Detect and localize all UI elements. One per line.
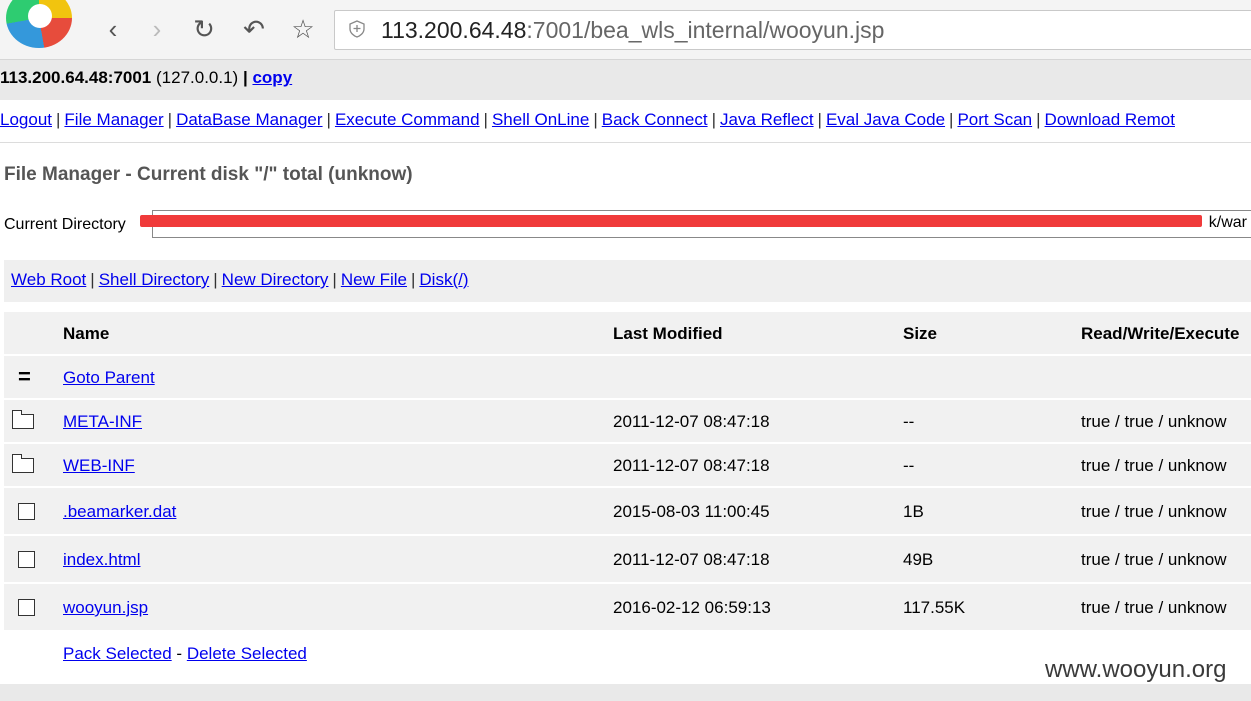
file-last-modified: 2011-12-07 08:47:18 <box>613 412 770 431</box>
undo-icon[interactable]: ↶ <box>239 14 269 44</box>
menu-separator: | <box>167 110 173 129</box>
star-icon[interactable]: ☆ <box>288 14 318 44</box>
header-last-modified: Last Modified <box>613 324 723 343</box>
file-size: -- <box>903 456 915 475</box>
copy-link[interactable]: copy <box>252 68 292 87</box>
file-name-link[interactable]: .beamarker.dat <box>63 502 176 522</box>
file-permissions: true / true / unknow <box>1081 412 1227 431</box>
bottom-strip <box>0 684 1251 701</box>
quick-link-separator: | <box>332 270 337 289</box>
browser-logo-icon <box>6 0 72 48</box>
file-name-link[interactable]: index.html <box>63 550 140 570</box>
folder-icon <box>12 454 34 473</box>
menu-separator: | <box>56 110 61 129</box>
menu-item-eval-java-code[interactable]: Eval Java Code <box>826 110 945 129</box>
delete-selected-link[interactable]: Delete Selected <box>187 644 307 663</box>
shield-icon <box>349 20 365 38</box>
quick-link-web-root[interactable]: Web Root <box>11 270 86 289</box>
file-size: 117.55K <box>903 598 966 617</box>
menu-separator: | <box>1036 110 1041 129</box>
host-separator: | <box>242 68 248 87</box>
file-permissions: true / true / unknow <box>1081 550 1227 569</box>
quick-links-bar: Web Root | Shell Directory | New Directory | N… <box>4 260 1251 302</box>
menu-separator: | <box>326 110 331 129</box>
file-size: 49B <box>903 550 934 569</box>
table-row: META-INF 2011-12-07 08:47:18 -- true / true… <box>4 400 1251 444</box>
menu-item-file-manager[interactable]: File Manager <box>64 110 163 129</box>
quick-links: Web Root | Shell Directory | New Directory | N… <box>11 270 469 290</box>
file-size: -- <box>903 412 915 431</box>
quick-link-separator: | <box>90 270 95 289</box>
menu-separator: | <box>817 110 822 129</box>
menu-item-back-connect[interactable]: Back Connect <box>602 110 708 129</box>
file-name-link[interactable]: WEB-INF <box>63 456 135 476</box>
file-name-link[interactable]: wooyun.jsp <box>63 598 148 618</box>
table-row: WEB-INF 2011-12-07 08:47:18 -- true / true … <box>4 444 1251 488</box>
quick-link-new-file[interactable]: New File <box>341 270 407 289</box>
menu-item-java-reflect[interactable]: Java Reflect <box>720 110 814 129</box>
file-select-checkbox[interactable] <box>18 599 35 616</box>
watermark: www.wooyun.org <box>1045 656 1227 683</box>
header-size: Size <box>903 324 938 343</box>
goto-parent-link[interactable]: Goto Parent <box>63 368 155 388</box>
menu-separator: | <box>949 110 954 129</box>
header-name: Name <box>63 324 110 343</box>
file-rows: META-INF 2011-12-07 08:47:18 -- true / true… <box>4 400 1251 632</box>
host-bar: 113.200.64.48:7001 (127.0.0.1) | copy <box>0 60 1251 100</box>
table-row: wooyun.jsp 2016-02-12 06:59:13 117.55K true… <box>4 584 1251 632</box>
file-table: Name Last Modified Size Read/Write/Execu… <box>4 312 1251 674</box>
header-rwx: Read/Write/Execute <box>1081 324 1240 343</box>
goto-parent-row: = Goto Parent <box>4 356 1251 400</box>
menu-item-execute-command[interactable]: Execute Command <box>335 110 480 129</box>
quick-link-separator: | <box>213 270 218 289</box>
footer-actions: Pack Selected - Delete Selected <box>63 644 307 664</box>
file-name-link[interactable]: META-INF <box>63 412 142 432</box>
menu-item-logout[interactable]: Logout <box>0 110 52 129</box>
file-size: 1B <box>903 502 924 521</box>
address-bar[interactable]: 113.200.64.48:7001/bea_wls_internal/wooy… <box>334 10 1251 50</box>
menu-item-download-remot[interactable]: Download Remot <box>1045 110 1175 129</box>
file-last-modified: 2015-08-03 11:00:45 <box>613 502 770 521</box>
current-directory-label: Current Directory <box>4 216 126 233</box>
host-local: (127.0.0.1) <box>156 68 239 87</box>
file-permissions: true / true / unknow <box>1081 598 1227 617</box>
host-address: 113.200.64.48:7001 <box>0 68 152 87</box>
parent-icon: = <box>18 364 31 389</box>
menu-separator: | <box>711 110 716 129</box>
url-host: 113.200.64.48 <box>381 17 527 43</box>
current-directory-value: k/war <box>1208 214 1247 231</box>
menu-item-database-manager[interactable]: DataBase Manager <box>176 110 322 129</box>
file-select-checkbox[interactable] <box>18 503 35 520</box>
url-path: :7001/bea_wls_internal/wooyun.jsp <box>526 17 885 43</box>
menu-separator: | <box>593 110 598 129</box>
main-menu: Logout | File Manager | DataBase Manager | Exe… <box>0 100 1251 143</box>
file-last-modified: 2011-12-07 08:47:18 <box>613 456 770 475</box>
pack-selected-link[interactable]: Pack Selected <box>63 644 172 663</box>
reload-icon[interactable]: ↻ <box>189 14 219 44</box>
quick-link-new-directory[interactable]: New Directory <box>222 270 329 289</box>
browser-toolbar: ‹ › ↻ ↶ ☆ 113.200.64.48:7001/bea_wls_int… <box>0 0 1251 60</box>
footer-dash: - <box>176 644 183 663</box>
quick-link-disk[interactable]: Disk(/) <box>419 270 468 289</box>
file-last-modified: 2016-02-12 06:59:13 <box>613 598 771 617</box>
main-menu-items: Logout | File Manager | DataBase Manager | Exe… <box>0 110 1175 130</box>
page-title: File Manager - Current disk "/" total (u… <box>4 164 413 185</box>
forward-icon[interactable]: › <box>142 14 172 44</box>
redaction-bar <box>140 215 1202 227</box>
back-icon[interactable]: ‹ <box>98 14 128 44</box>
file-select-checkbox[interactable] <box>18 551 35 568</box>
table-row: .beamarker.dat 2015-08-03 11:00:45 1B true … <box>4 488 1251 536</box>
file-last-modified: 2011-12-07 08:47:18 <box>613 550 770 569</box>
quick-link-separator: | <box>410 270 416 289</box>
file-permissions: true / true / unknow <box>1081 456 1227 475</box>
menu-separator: | <box>483 110 488 129</box>
menu-item-shell-online[interactable]: Shell OnLine <box>492 110 589 129</box>
file-permissions: true / true / unknow <box>1081 502 1227 521</box>
table-header-row: Name Last Modified Size Read/Write/Execu… <box>4 312 1251 356</box>
menu-item-port-scan[interactable]: Port Scan <box>957 110 1032 129</box>
quick-link-shell-directory[interactable]: Shell Directory <box>99 270 210 289</box>
url-text: 113.200.64.48:7001/bea_wls_internal/wooy… <box>381 17 884 44</box>
table-row: index.html 2011-12-07 08:47:18 49B true / t… <box>4 536 1251 584</box>
folder-icon <box>12 410 34 429</box>
